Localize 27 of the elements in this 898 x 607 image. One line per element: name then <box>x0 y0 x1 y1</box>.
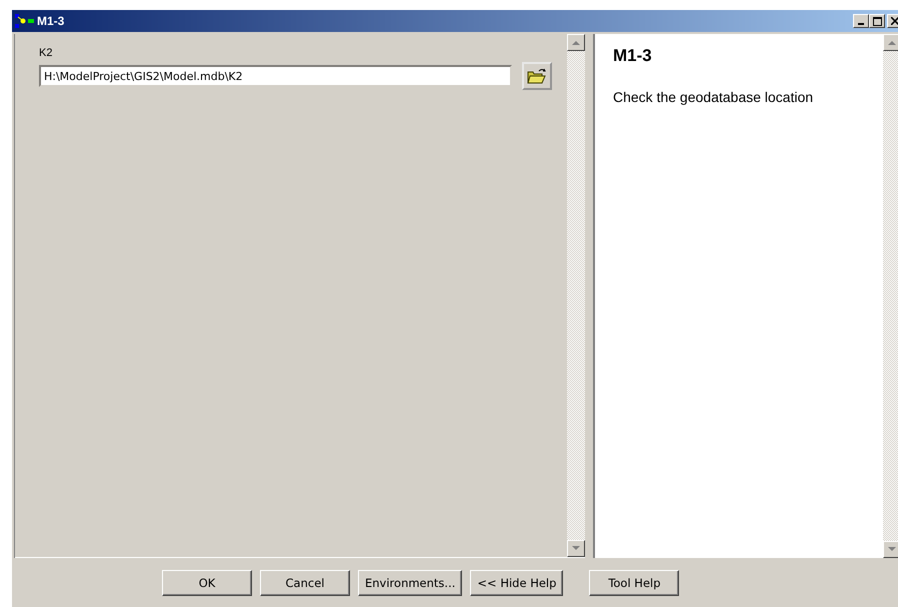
dialog-button[interactable]: Tool Help <box>589 570 680 596</box>
dialog-button[interactable]: OK <box>162 570 252 596</box>
minimize-button[interactable] <box>853 14 869 28</box>
scroll-up-button[interactable] <box>883 34 898 51</box>
model-icon <box>15 14 35 28</box>
down-arrow-icon <box>572 546 580 551</box>
down-arrow-icon <box>888 547 896 552</box>
window-title: M1-3 <box>37 14 64 28</box>
scroll-up-button[interactable] <box>567 34 585 51</box>
dialog-button[interactable]: Environments... <box>358 570 462 596</box>
scroll-down-button[interactable] <box>883 541 898 558</box>
maximize-icon <box>872 16 882 26</box>
up-arrow-icon <box>888 40 896 45</box>
help-text: Check the geodatabase location <box>613 89 814 105</box>
parameter-label: K2 <box>39 47 54 59</box>
dialog-button[interactable]: << Hide Help <box>470 570 564 596</box>
scrollbar[interactable] <box>567 34 585 557</box>
path-field[interactable]: H:\ModelProject\GIS2\Model.mdb\K2 <box>39 65 512 87</box>
scrollbar[interactable] <box>883 34 898 558</box>
browse-button[interactable] <box>522 62 552 90</box>
folder-icon <box>527 68 547 84</box>
maximize-button[interactable] <box>869 14 885 28</box>
close-icon <box>891 17 898 25</box>
scroll-down-button[interactable] <box>567 540 585 557</box>
dialog-button[interactable]: Cancel <box>260 570 350 596</box>
up-arrow-icon <box>572 40 580 45</box>
help-title: M1-3 <box>613 46 652 66</box>
